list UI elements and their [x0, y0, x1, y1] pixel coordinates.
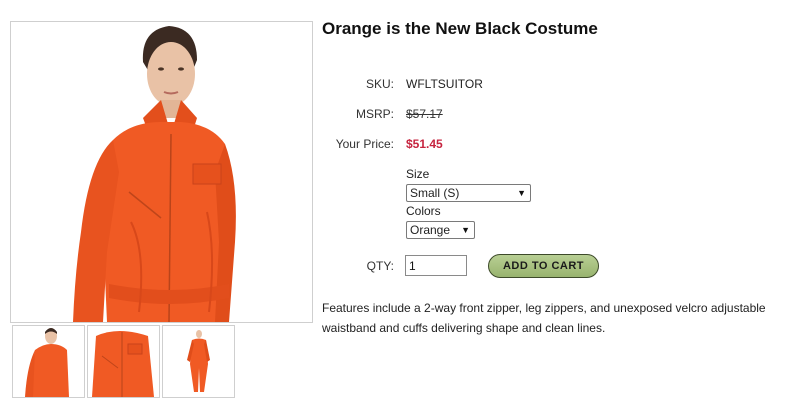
product-title: Orange is the New Black Costume [322, 19, 598, 38]
qty-label: QTY: [366, 259, 394, 273]
dropdown-arrow-icon: ▼ [517, 188, 526, 198]
thumbnail-image-1 [13, 326, 84, 397]
color-select[interactable]: Orange ▼ [406, 221, 475, 239]
quantity-input[interactable] [405, 255, 467, 276]
color-selected-value: Orange [410, 223, 451, 237]
product-description: Features include a 2-way front zipper, l… [322, 301, 766, 335]
sku-label: SKU: [365, 77, 394, 91]
thumbnail-front-view[interactable] [12, 325, 85, 398]
add-to-cart-button[interactable]: ADD TO CART [488, 254, 599, 278]
size-select[interactable]: Small (S) ▼ [406, 184, 531, 202]
msrp-label: MSRP: [355, 107, 394, 121]
price-label: Your Price: [335, 137, 394, 151]
main-product-image [10, 21, 313, 323]
thumbnail-detail-view[interactable] [87, 325, 160, 398]
dropdown-arrow-icon: ▼ [461, 225, 470, 235]
msrp-value: $57.17 [406, 107, 443, 121]
sku-value: WFLTSUITOR [406, 77, 483, 91]
size-selected-value: Small (S) [410, 186, 460, 200]
thumbnail-full-body-view[interactable] [162, 325, 235, 398]
jumpsuit-model-photo [11, 22, 312, 322]
price-value: $51.45 [406, 137, 443, 151]
thumbnail-image-3 [163, 326, 234, 397]
size-label: Size [406, 167, 430, 181]
thumbnail-image-2 [88, 326, 159, 397]
colors-label: Colors [406, 204, 441, 218]
